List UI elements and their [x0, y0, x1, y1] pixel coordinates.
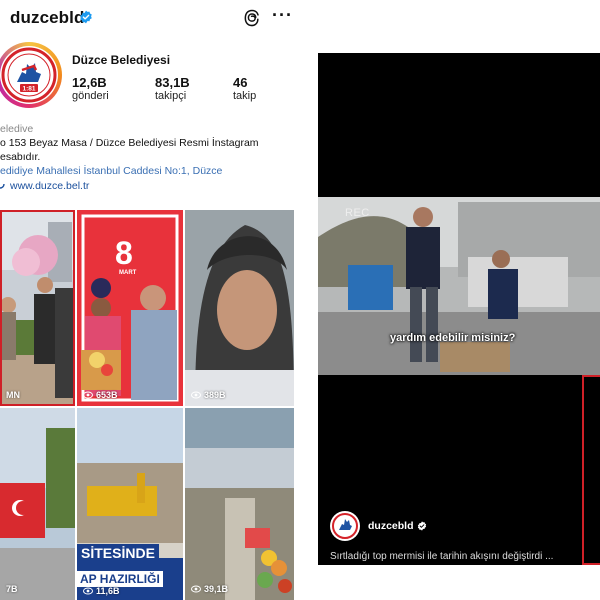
channel-name[interactable]: duzcebld	[368, 520, 414, 532]
grid-post[interactable]: 389B	[185, 210, 294, 406]
stat-following-label: takip	[233, 90, 257, 102]
channel-avatar[interactable]	[330, 511, 360, 541]
stat-followers-label: takipçi	[155, 90, 187, 102]
logo-text: 1:81	[22, 86, 35, 93]
bio-address-link[interactable]: edidiye Mahallesi İstanbul Caddesi No:1,…	[0, 165, 222, 177]
profile-avatar[interactable]: 1:81	[0, 46, 58, 104]
view-count-text: 39,1B	[204, 584, 229, 594]
view-count-text: 7B	[6, 584, 18, 594]
bio-category: eledive	[0, 123, 34, 135]
more-options-button[interactable]: ···	[272, 5, 293, 26]
grid-post[interactable]: 39,1B	[185, 408, 294, 600]
view-count: 389B	[191, 390, 226, 400]
view-count-text: 389B	[204, 390, 226, 400]
verified-badge-icon	[80, 10, 92, 24]
view-count-text: 11,6B	[96, 586, 120, 596]
next-reel-highlight	[582, 375, 600, 565]
grid-post[interactable]: 7B	[0, 408, 75, 600]
municipality-logo-icon	[330, 511, 360, 541]
video-scene	[318, 197, 600, 375]
verified-badge-icon	[417, 521, 427, 531]
bio-text-line: o 153 Beyaz Masa / Düzce Belediyesi Resm…	[0, 137, 259, 149]
eye-icon	[83, 391, 93, 399]
post-badge-number: 8	[115, 235, 133, 271]
reel-video-frame[interactable]	[318, 197, 600, 375]
view-count: 7B	[6, 584, 18, 594]
view-count: 653B	[83, 390, 118, 400]
post-badge-label: MART	[119, 270, 137, 276]
grid-post[interactable]: SİTESİNDE AP HAZIRLIĞI 11,6B	[77, 408, 183, 600]
bio-text-line: esabıdır.	[0, 151, 41, 163]
stat-following-count[interactable]: 46	[233, 75, 247, 90]
post-thumbnail	[0, 408, 75, 600]
view-count-text: 653B	[96, 390, 118, 400]
website-link[interactable]: www.duzce.bel.tr	[10, 180, 89, 192]
reel-caption[interactable]: Sırtladığı top mermisi ile tarihin akışı…	[330, 551, 553, 562]
profile-display-name: Düzce Belediyesi	[72, 53, 171, 67]
municipality-logo-icon: 1:81	[1, 47, 57, 103]
eye-icon	[191, 391, 201, 399]
selected-post-highlight	[0, 210, 75, 406]
profile-username: duzcebld	[10, 8, 85, 27]
rec-indicator: REC	[345, 207, 370, 219]
eye-icon	[191, 585, 201, 593]
grid-post[interactable]: 8 MART 653B	[77, 210, 183, 406]
threads-icon[interactable]	[242, 8, 262, 28]
post-overlay-subtitle: AP HAZIRLIĞI	[77, 571, 163, 587]
view-count: 11,6B	[83, 586, 120, 596]
stat-followers-count[interactable]: 83,1B	[155, 75, 190, 90]
post-overlay-title: SİTESİNDE	[77, 544, 159, 562]
post-thumbnail	[185, 210, 294, 406]
stat-posts-count[interactable]: 12,6B	[72, 75, 107, 90]
eye-icon	[83, 587, 93, 595]
link-icon	[0, 183, 5, 189]
post-thumbnail	[185, 408, 294, 600]
video-subtitle: yardım edebilir misiniz?	[390, 332, 516, 344]
view-count: 39,1B	[191, 584, 228, 594]
stat-posts-label: gönderi	[72, 90, 109, 102]
